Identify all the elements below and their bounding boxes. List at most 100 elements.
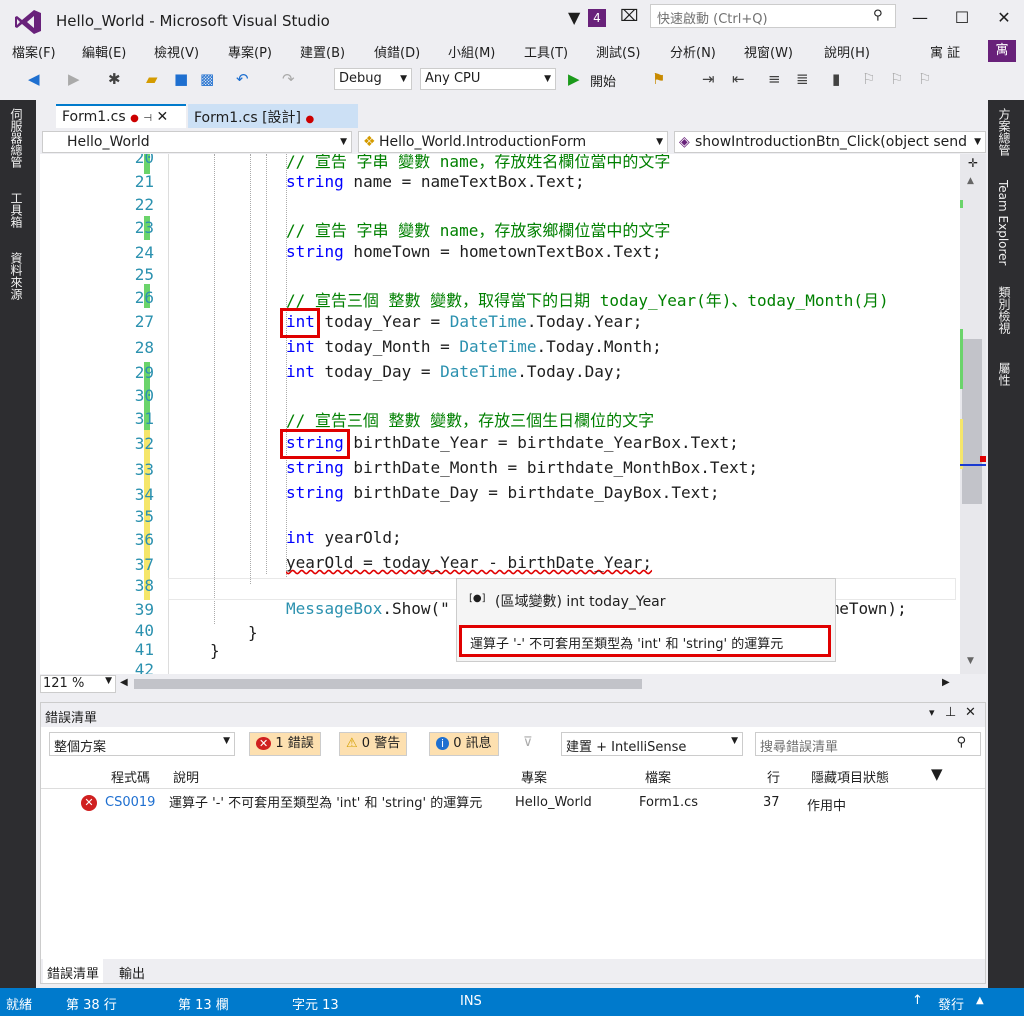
save-all-icon[interactable]: ▩ [200, 70, 214, 88]
outdent-icon[interactable]: ⇤ [732, 70, 745, 88]
member-dropdown[interactable]: ◈ showIntroductionBtn_Click(object send ▼ [674, 131, 986, 153]
menu-test[interactable]: 測試(S) [596, 42, 640, 61]
forward-icon[interactable]: ▶ [68, 70, 80, 88]
title-bar: Hello_World - Microsoft Visual Studio ▼ … [0, 0, 1024, 40]
scroll-up-icon[interactable]: ▲ [967, 176, 974, 186]
toolbar: ◀ ▶ ✱ ▰ ■ ▩ ↶ ↷ Debug ▼ Any CPU ▼ ▶ 開始 ⚑ ⇥… [0, 64, 1024, 96]
dropdown-icon[interactable]: ▾ [929, 706, 935, 719]
menu-team[interactable]: 小組(M) [448, 42, 495, 61]
next-bookmark-icon[interactable]: ⚐ [890, 70, 903, 88]
document-tabs: Form1.cs ● ⊣ ✕ Form1.cs [設計] ● [40, 104, 986, 128]
undo-icon[interactable]: ↶ [236, 70, 249, 88]
status-line: 第 38 行 [66, 998, 117, 1013]
menu-build[interactable]: 建置(B) [300, 42, 345, 61]
errors-filter-button[interactable]: ✕ 1 錯誤 [249, 732, 321, 756]
class-dropdown[interactable]: ❖ Hello_World.IntroductionForm ▼ [358, 131, 668, 153]
config-dropdown[interactable]: Debug ▼ [334, 68, 412, 90]
back-icon[interactable]: ◀ [28, 70, 40, 88]
close-button[interactable]: ✕ [986, 6, 1022, 30]
menu-file[interactable]: 檔案(F) [12, 42, 56, 61]
project-dropdown[interactable]: Hello_World ▼ [42, 131, 352, 153]
messages-filter-button[interactable]: i 0 訊息 [429, 732, 499, 756]
menu-window[interactable]: 視窗(W) [744, 42, 793, 61]
uncomment-icon[interactable]: ≣ [796, 70, 809, 88]
prev-bookmark-icon[interactable]: ⚐ [862, 70, 875, 88]
feedback-icon[interactable]: ⌧ [620, 6, 638, 25]
menu-debug[interactable]: 偵錯(D) [374, 42, 420, 61]
code-line-33: string birthDate_Month = birthdate_Month… [286, 458, 759, 477]
scroll-left-icon[interactable]: ◀ [120, 677, 128, 688]
play-icon[interactable]: ▶ [568, 70, 580, 88]
avatar[interactable]: 寓 [988, 40, 1016, 62]
code-line-31: // 宣告三個 整數 變數，存放三個生日欄位的文字 [286, 411, 655, 430]
scroll-right-icon[interactable]: ▶ [942, 677, 950, 688]
tab-team-explorer[interactable]: Team Explorer [996, 180, 1010, 266]
chevron-up-icon[interactable]: ▲ [976, 995, 984, 1006]
menu-tools[interactable]: 工具(T) [524, 42, 568, 61]
minimize-button[interactable]: — [902, 6, 938, 30]
scroll-thumb[interactable] [962, 339, 982, 504]
publish-button[interactable]: 發行 [938, 994, 964, 1013]
menu-analyze[interactable]: 分析(N) [670, 42, 716, 61]
left-dock-tabs: 伺服器總管 工具箱 資料來源 [0, 100, 36, 990]
user-name[interactable]: 寓 証 [930, 42, 960, 61]
indent-icon[interactable]: ⇥ [702, 70, 715, 88]
save-icon[interactable]: ■ [174, 70, 188, 88]
tab-class-view[interactable]: 類別檢視 [996, 286, 1013, 334]
zoom-dropdown[interactable]: 121 % ▼ [40, 675, 116, 693]
build-filter-dropdown[interactable]: 建置 + IntelliSense ▼ [561, 732, 743, 756]
new-project-icon[interactable]: ✱ [108, 70, 121, 88]
tooltip-title: (區域變數) int today_Year [495, 594, 666, 610]
chevron-down-icon: ▼ [400, 74, 407, 84]
pin-icon[interactable]: ⊣ [143, 113, 152, 124]
tab-toolbox[interactable]: 工具箱 [8, 192, 25, 228]
code-line-32: string birthDate_Year = birthdate_YearBo… [286, 433, 739, 452]
visual-studio-logo-icon [15, 10, 41, 34]
scroll-down-icon[interactable]: ▼ [967, 656, 974, 666]
menu-help[interactable]: 說明(H) [824, 42, 870, 61]
tab-form1-cs[interactable]: Form1.cs ● ⊣ ✕ [56, 104, 186, 128]
publish-icon[interactable]: ↑ [912, 993, 923, 1008]
pin-icon[interactable]: ⊥ [945, 705, 956, 720]
scroll-thumb[interactable] [134, 679, 642, 689]
filter-icon[interactable]: ▼ [931, 765, 943, 783]
warnings-filter-button[interactable]: ⚠ 0 警告 [339, 732, 408, 756]
right-dock-tabs: 方案總管 Team Explorer 類別檢視 屬性 [988, 100, 1024, 990]
tab-output[interactable]: 輸出 [115, 959, 149, 983]
start-button[interactable]: 開始 [590, 71, 616, 90]
filter-icon[interactable]: ▼ [568, 8, 580, 27]
notification-badge[interactable]: 4 [588, 9, 606, 27]
open-folder-icon[interactable]: ▰ [146, 70, 158, 88]
code-line-39: MessageBox.Show(" [286, 599, 450, 618]
tab-solution-explorer[interactable]: 方案總管 [996, 108, 1013, 156]
clear-filter-icon[interactable]: ⊽ [523, 735, 533, 750]
modified-dot-icon: ● [130, 113, 139, 124]
redo-icon[interactable]: ↷ [282, 70, 295, 88]
quick-launch-input[interactable]: 快速啟動 (Ctrl+Q) ⚲ [650, 4, 896, 28]
menu-edit[interactable]: 編輯(E) [82, 42, 126, 61]
chevron-down-icon: ▼ [105, 676, 112, 686]
tab-server-explorer[interactable]: 伺服器總管 [8, 108, 25, 168]
tab-error-list[interactable]: 錯誤清單 [43, 959, 104, 983]
window-title: Hello_World - Microsoft Visual Studio [56, 12, 330, 30]
highlight-string-box [280, 429, 350, 459]
table-row[interactable]: ✕ CS0019 運算子 '-' 不可套用至類型為 'int' 和 'strin… [41, 791, 985, 833]
maximize-button[interactable]: ☐ [944, 6, 980, 30]
close-icon[interactable]: ✕ [965, 705, 976, 720]
error-search-input[interactable]: 搜尋錯誤清單 ⚲ [755, 732, 981, 756]
menu-view[interactable]: 檢視(V) [154, 42, 199, 61]
find-icon[interactable]: ⚑ [652, 70, 665, 88]
platform-dropdown[interactable]: Any CPU ▼ [420, 68, 556, 90]
clear-bookmarks-icon[interactable]: ⚐ [918, 70, 931, 88]
tab-form1-designer[interactable]: Form1.cs [設計] ● [188, 104, 358, 128]
menu-project[interactable]: 專案(P) [228, 42, 272, 61]
close-icon[interactable]: ✕ [156, 109, 168, 125]
code-line-41: } [210, 641, 220, 660]
split-icon[interactable]: ✛ [968, 156, 978, 170]
vertical-scrollbar[interactable]: ✛ ▲ ▼ [960, 154, 986, 674]
bookmark-icon[interactable]: ▮ [832, 70, 840, 88]
tab-data-sources[interactable]: 資料來源 [8, 252, 25, 300]
comment-icon[interactable]: ≡ [768, 70, 781, 88]
scope-dropdown[interactable]: 整個方案 ▼ [49, 732, 235, 756]
tab-properties[interactable]: 屬性 [996, 362, 1013, 386]
